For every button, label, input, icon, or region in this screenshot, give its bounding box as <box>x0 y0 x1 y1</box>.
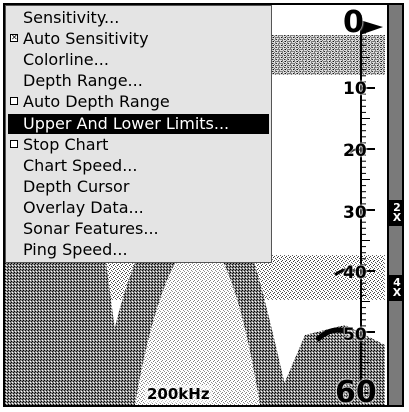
sonar-context-menu: Sensitivity... ✕ Auto Sensitivity Colorl… <box>5 5 272 263</box>
menu-item-sonar-features[interactable]: Sonar Features... <box>8 219 269 239</box>
depth-label-40: 40 <box>343 263 367 283</box>
menu-item-stop-chart[interactable]: Stop Chart <box>8 135 269 155</box>
zoom-bar[interactable]: 2 X 4 X <box>387 5 402 405</box>
menu-item-label: Auto Depth Range <box>23 92 170 111</box>
depth-label-30: 30 <box>343 203 367 223</box>
menu-item-depth-range[interactable]: Depth Range... <box>8 71 269 91</box>
menu-item-ping-speed[interactable]: Ping Speed... <box>8 240 269 260</box>
menu-item-label: Stop Chart <box>23 135 109 154</box>
depth-label-50: 50 <box>343 325 367 345</box>
menu-item-label: Sensitivity... <box>23 8 120 27</box>
menu-item-label: Upper And Lower Limits... <box>23 114 230 133</box>
menu-item-upper-lower-limits[interactable]: Upper And Lower Limits... <box>8 114 269 134</box>
menu-item-label: Auto Sensitivity <box>23 29 149 48</box>
depth-label-bottom: 60 <box>335 375 377 407</box>
menu-item-colorline[interactable]: Colorline... <box>8 50 269 70</box>
depth-label-20: 20 <box>343 141 367 161</box>
frequency-label: 200kHz <box>145 385 212 403</box>
menu-item-label: Chart Speed... <box>23 156 138 175</box>
menu-item-label: Sonar Features... <box>23 219 159 238</box>
menu-item-overlay-data[interactable]: Overlay Data... <box>8 198 269 218</box>
checkbox-unchecked-icon[interactable] <box>10 140 18 148</box>
menu-item-sensitivity[interactable]: Sensitivity... <box>8 8 269 28</box>
menu-item-label: Depth Range... <box>23 71 143 90</box>
menu-item-depth-cursor[interactable]: Depth Cursor <box>8 177 269 197</box>
sonar-screen: 0 10 20 30 40 50 60 200kHz 2 X 4 X Sensi… <box>0 0 409 412</box>
menu-item-label: Overlay Data... <box>23 198 144 217</box>
menu-item-label: Depth Cursor <box>23 177 130 196</box>
zoom-2x-button[interactable]: 2 X <box>389 200 402 226</box>
menu-item-auto-sensitivity[interactable]: ✕ Auto Sensitivity <box>8 29 269 49</box>
menu-item-chart-speed[interactable]: Chart Speed... <box>8 156 269 176</box>
menu-item-auto-depth-range[interactable]: Auto Depth Range <box>8 92 269 112</box>
menu-item-label: Ping Speed... <box>23 240 128 259</box>
zoom-4x-button[interactable]: 4 X <box>389 275 402 301</box>
zoom-4x-x: X <box>392 286 402 299</box>
zoom-2x-x: X <box>392 211 402 224</box>
checkbox-checked-icon[interactable]: ✕ <box>10 34 18 42</box>
depth-label-top: 0 <box>343 5 364 40</box>
depth-label-10: 10 <box>343 79 367 99</box>
checkbox-unchecked-icon[interactable] <box>10 97 18 105</box>
menu-item-label: Colorline... <box>23 50 109 69</box>
